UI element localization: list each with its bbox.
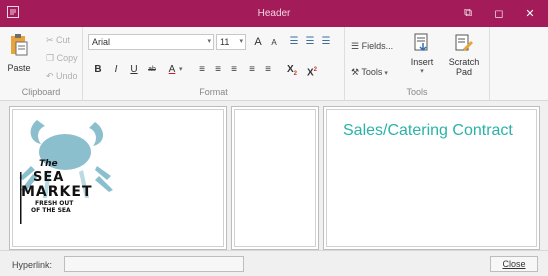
align-right-button[interactable]: ≡ (227, 63, 241, 77)
subscript-mark: 2 (293, 71, 297, 77)
font-size-value: 11 (220, 37, 230, 47)
tools-group-label: Tools (406, 87, 428, 97)
close-button[interactable]: Close (490, 256, 538, 272)
bullets-button[interactable]: ☰ (287, 35, 301, 49)
italic-button[interactable]: I (109, 63, 123, 77)
fields-button[interactable]: ☰ Fields... (351, 41, 393, 52)
maximize-icon[interactable]: ◻ (484, 0, 514, 27)
clipboard-group: Paste ✂ Cut ❐ Copy ↶ Undo Clipboard (0, 27, 83, 101)
chevron-down-icon: ▾ (207, 38, 211, 45)
font-name-select[interactable]: Arial ▾ (88, 34, 214, 50)
wrench-icon: ⚒ (351, 67, 362, 77)
chevron-down-icon: ▾ (420, 68, 424, 75)
logo-text-of-the-sea: OF THE SEA (31, 207, 71, 214)
right-pane-frame: Sales/Catering Contract (326, 109, 537, 247)
font-name-value: Arial (92, 37, 111, 47)
logo-text-the: The (39, 159, 58, 169)
logo-text-market: MARKET (21, 184, 93, 200)
scratch-pad-button[interactable]: Scratch Pad (445, 33, 483, 77)
align-center-button[interactable]: ≡ (211, 63, 225, 77)
restore-icon[interactable]: ⧉ (453, 0, 483, 27)
chevron-down-icon: ▾ (239, 38, 243, 45)
superscript-x: X (306, 67, 314, 79)
right-header-pane[interactable]: Sales/Catering Contract (323, 106, 540, 250)
contract-heading: Sales/Catering Contract (343, 122, 513, 139)
tools-group: ☰ Fields... ⚒ Tools ▾ Insert ▾ Scratch P (345, 27, 490, 101)
close-window-icon[interactable]: ✕ (515, 0, 545, 27)
title-bar: Header ⧉ ◻ ✕ (0, 0, 548, 27)
undo-label: Undo (56, 71, 78, 81)
superscript-mark: 2 (313, 67, 317, 73)
sea-market-logo: The SEA MARKET FRESH OUT OF THE SEA (17, 114, 117, 224)
tools-label: Tools (361, 67, 383, 77)
scratch-pad-icon (455, 34, 473, 51)
logo-text-sea: SEA (33, 170, 65, 185)
paste-icon (11, 34, 28, 56)
chevron-down-icon[interactable]: ▾ (179, 65, 183, 73)
font-size-select[interactable]: 11 ▾ (216, 34, 246, 50)
fields-icon: ☰ (351, 41, 362, 51)
undo-button[interactable]: ↶ Undo (46, 71, 78, 82)
clipboard-group-label: Clipboard (21, 87, 61, 97)
left-pane-frame: The SEA MARKET FRESH OUT OF THE SEA (12, 109, 224, 247)
font-color-button[interactable]: A (165, 63, 179, 77)
cut-button[interactable]: ✂ Cut (46, 35, 70, 46)
left-header-pane[interactable]: The SEA MARKET FRESH OUT OF THE SEA (9, 106, 227, 250)
copy-label: Copy (56, 53, 78, 63)
copy-icon: ❐ (46, 53, 57, 63)
distribute-button[interactable]: ≡ (261, 63, 275, 77)
subscript-button[interactable]: X2 (283, 63, 301, 77)
format-group-label: Format (199, 87, 228, 97)
close-label: Close (502, 259, 526, 269)
fields-label: Fields... (361, 41, 394, 51)
scratch-pad-label-1: Scratch (448, 57, 480, 67)
insert-button[interactable]: Insert ▾ (407, 33, 437, 75)
copy-button[interactable]: ❐ Copy (46, 53, 78, 64)
paste-button[interactable]: Paste (4, 33, 34, 73)
undo-icon: ↶ (46, 71, 57, 81)
insert-label: Insert (410, 57, 434, 67)
shrink-font-button[interactable]: A (267, 36, 281, 50)
superscript-button[interactable]: X2 (303, 63, 321, 79)
cut-label: Cut (56, 35, 71, 45)
underline-button[interactable]: U (127, 63, 141, 77)
grow-font-button[interactable]: A (251, 35, 265, 49)
align-left-button[interactable]: ≡ (195, 63, 209, 77)
subscript-x: X (286, 64, 294, 75)
ribbon: Paste ✂ Cut ❐ Copy ↶ Undo Clipboard Aria… (0, 27, 548, 101)
chevron-down-icon: ▾ (382, 70, 388, 77)
scratch-pad-label-2: Pad (455, 67, 472, 77)
center-pane-frame (234, 109, 316, 247)
strikethrough-button[interactable]: ab (145, 63, 159, 77)
hyperlink-input[interactable] (64, 256, 244, 272)
center-header-pane[interactable] (231, 106, 319, 250)
format-group: Arial ▾ 11 ▾ A A ☰ ☰ ☰ B I U ab A ▾ ≡ ≡ … (83, 27, 345, 101)
header-editor: The SEA MARKET FRESH OUT OF THE SEA Sale… (0, 102, 548, 250)
insert-icon (414, 33, 428, 52)
bold-button[interactable]: B (91, 63, 105, 77)
justify-button[interactable]: ≡ (245, 63, 259, 77)
numbering-button[interactable]: ☰ (303, 35, 317, 49)
cut-icon: ✂ (46, 35, 57, 45)
tools-button[interactable]: ⚒ Tools ▾ (351, 67, 388, 78)
footer: Hyperlink: Close (0, 250, 548, 276)
indent-button[interactable]: ☰ (319, 35, 333, 49)
paste-label: Paste (7, 63, 31, 73)
hyperlink-label: Hyperlink: (12, 260, 53, 270)
